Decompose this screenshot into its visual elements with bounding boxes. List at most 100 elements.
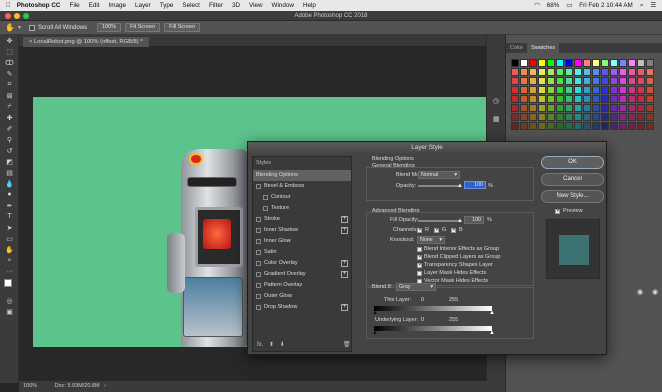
swatch[interactable] [547,68,555,76]
marquee-tool-icon[interactable]: ⬚ [0,46,19,57]
style-checkbox[interactable] [256,272,261,277]
swatch[interactable] [646,59,654,67]
quick-mask-icon[interactable]: ◎ [0,295,19,306]
swatch[interactable] [628,59,636,67]
swatch[interactable] [583,113,591,121]
swatch[interactable] [610,95,618,103]
swatch[interactable] [637,77,645,85]
swatch[interactable] [601,122,609,130]
add-style-instance-icon[interactable]: + [341,216,348,223]
style-checkbox[interactable] [256,228,261,233]
battery-percent[interactable]: 68% [547,2,560,9]
lasso-tool-icon[interactable]: ↀ [0,57,19,68]
swatch[interactable] [511,122,519,130]
swatch[interactable] [520,122,528,130]
swatch[interactable] [520,59,528,67]
properties-panel-icon[interactable]: ▦ [493,115,500,123]
battery-icon[interactable]: ▭ [566,2,572,9]
swatch[interactable] [610,113,618,121]
new-style-button[interactable]: New Style... [541,190,604,203]
frame-tool-icon[interactable]: ⊠ [0,90,19,101]
swatch[interactable] [619,122,627,130]
swatch[interactable] [583,77,591,85]
swatch[interactable] [556,95,564,103]
add-style-instance-icon[interactable]: + [341,260,348,267]
swatch[interactable] [592,95,600,103]
ok-button[interactable]: OK [541,156,604,169]
swatch[interactable] [538,104,546,112]
menu-window[interactable]: Window [272,2,294,9]
swatch[interactable] [547,77,555,85]
hand-tool-panel-icon[interactable]: ✋ [0,244,19,255]
swatch[interactable] [637,122,645,130]
swatch[interactable] [628,86,636,94]
swatch[interactable] [565,77,573,85]
channel-g-checkbox[interactable] [434,226,440,233]
menu-3d[interactable]: 3D [232,2,240,9]
swatch[interactable] [511,113,519,121]
opacity-slider-thumb[interactable]: ▲ [457,183,463,189]
menu-view[interactable]: View [249,2,263,9]
swatch[interactable] [637,59,645,67]
swatch[interactable] [511,95,519,103]
swatch[interactable] [529,95,537,103]
knockout-select[interactable]: None ▾ [417,236,445,244]
history-brush-tool-icon[interactable]: ↺ [0,145,19,156]
swatch[interactable] [583,95,591,103]
swatch[interactable] [565,95,573,103]
swatch[interactable] [574,113,582,121]
fx-menu-icon[interactable]: fx. [257,342,263,348]
channel-r-checkbox[interactable] [417,226,423,233]
menu-file[interactable]: File [69,2,79,9]
style-checkbox[interactable] [256,217,261,222]
zoom-100-button[interactable]: 100% [97,23,122,32]
style-checkbox[interactable] [256,283,261,288]
swatch[interactable] [583,59,591,67]
style-checkbox[interactable] [256,184,261,189]
swatch[interactable] [547,59,555,67]
menu-layer[interactable]: Layer [135,2,151,9]
swatch[interactable] [628,95,636,103]
swatch[interactable] [520,68,528,76]
style-item[interactable]: Contour [253,192,351,203]
swatch[interactable] [538,59,546,67]
swatch[interactable] [637,86,645,94]
swatch[interactable] [592,113,600,121]
apple-icon[interactable]:  [6,2,11,9]
opacity-slider[interactable] [418,185,461,187]
style-item[interactable]: Texture [253,203,351,214]
swatch[interactable] [601,59,609,67]
list-icon[interactable]: ☰ [650,2,656,9]
swatch[interactable] [637,68,645,76]
path-selection-tool-icon[interactable]: ➤ [0,222,19,233]
fill-opacity-input[interactable]: 100 [464,216,484,224]
blend-clipped-checkbox[interactable] [417,253,423,260]
eyedropper-tool-icon[interactable]: ⌿ [0,101,19,112]
search-icon[interactable]: ⌕ [640,2,644,10]
this-layer-white-thumb[interactable]: ▲ [489,310,495,316]
rectangle-tool-icon[interactable]: ▭ [0,233,19,244]
swatch[interactable] [565,68,573,76]
swatch[interactable] [619,86,627,94]
swatch[interactable] [520,77,528,85]
swatch[interactable] [538,77,546,85]
swatch[interactable] [547,113,555,121]
fit-screen-button[interactable]: Fit Screen [125,23,161,32]
underlying-layer-black-thumb[interactable]: ▲ [372,330,378,336]
layer-visibility-icon-2[interactable]: ◉ [652,288,658,296]
swatch[interactable] [520,113,528,121]
swatch[interactable] [592,77,600,85]
gradient-tool-icon[interactable]: ▤ [0,167,19,178]
swatch[interactable] [646,113,654,121]
swatch[interactable] [574,95,582,103]
status-zoom[interactable]: 100% [23,383,37,389]
foreground-color-icon[interactable] [4,279,12,287]
style-checkbox[interactable] [263,206,268,211]
style-item[interactable]: Bevel & Emboss [253,181,351,192]
swatch[interactable] [565,122,573,130]
swatch[interactable] [547,122,555,130]
swatch[interactable] [601,113,609,121]
swatch[interactable] [520,86,528,94]
channel-b-checkbox[interactable] [451,226,457,233]
blur-tool-icon[interactable]: 💧 [0,178,19,189]
